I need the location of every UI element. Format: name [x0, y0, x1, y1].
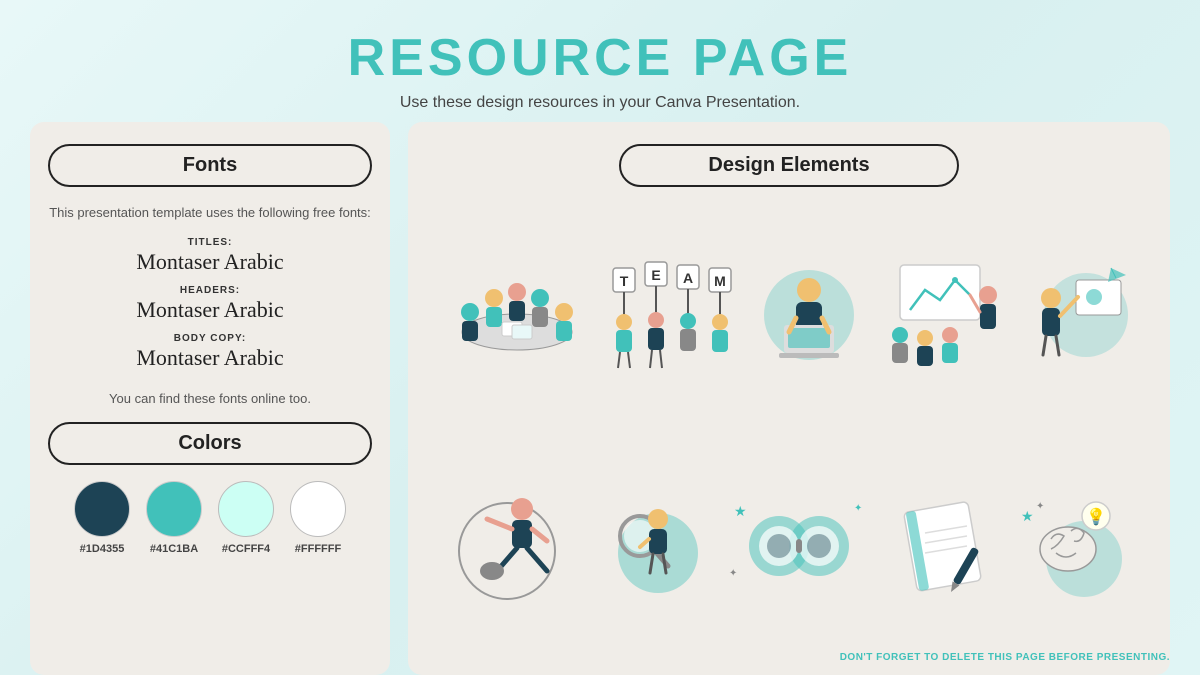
font-name-headers: Montaser Arabic — [48, 297, 372, 323]
color-circle-4 — [290, 481, 346, 537]
footer-note: DON'T FORGET TO DELETE THIS PAGE BEFORE … — [840, 652, 1170, 663]
illustration-laptop — [754, 260, 864, 370]
design-elements-header: Design Elements — [619, 144, 959, 187]
font-label-headers: HEADERS: — [48, 285, 372, 296]
left-panel: Fonts This presentation template uses th… — [30, 122, 390, 675]
svg-text:T: T — [620, 273, 629, 289]
svg-text:✦: ✦ — [729, 568, 737, 579]
swatch-white: #FFFFFF — [290, 481, 346, 555]
colors-header: Colors — [48, 422, 372, 465]
svg-text:★: ★ — [734, 503, 747, 519]
page-subtitle: Use these design resources in your Canva… — [348, 94, 853, 112]
svg-text:M: M — [714, 273, 726, 289]
color-hex-3: #CCFFF4 — [222, 543, 270, 555]
font-label-titles: TITLES: — [48, 237, 372, 248]
color-circle-2 — [146, 481, 202, 537]
fonts-online-note: You can find these fonts online too. — [48, 391, 372, 406]
page-header: RESOURCE PAGE Use these design resources… — [348, 0, 853, 112]
svg-text:★: ★ — [1021, 508, 1034, 524]
svg-text:💡: 💡 — [1086, 507, 1106, 526]
illustration-team: T E A M — [608, 260, 738, 370]
right-panel: Design Elements — [408, 122, 1170, 675]
main-content: Fonts This presentation template uses th… — [0, 122, 1200, 675]
page-title: RESOURCE PAGE — [348, 28, 853, 88]
illustrations-grid: T E A M — [432, 207, 1146, 653]
font-entry-headers: HEADERS: Montaser Arabic — [48, 285, 372, 323]
illustration-pointer — [1026, 260, 1136, 370]
swatch-dark-teal: #1D4355 — [74, 481, 130, 555]
illustration-brain: 💡 ★ ✦ — [1016, 491, 1126, 601]
svg-text:✦: ✦ — [1036, 501, 1044, 512]
svg-text:E: E — [651, 267, 660, 283]
illustration-telescope: ★ ✦ ✦ — [724, 491, 874, 601]
color-circle-3 — [218, 481, 274, 537]
swatch-teal: #41C1BA — [146, 481, 202, 555]
font-name-body: Montaser Arabic — [48, 345, 372, 371]
fonts-intro: This presentation template uses the foll… — [48, 203, 372, 223]
svg-text:A: A — [683, 270, 693, 286]
color-hex-1: #1D4355 — [80, 543, 125, 555]
color-hex-2: #41C1BA — [150, 543, 198, 555]
illustration-notebook — [890, 491, 1000, 601]
color-hex-4: #FFFFFF — [295, 543, 341, 555]
illustration-meeting — [442, 260, 592, 370]
illustrations-row-2: ★ ✦ ✦ — [432, 438, 1146, 653]
font-label-body: BODY COPY: — [48, 333, 372, 344]
font-entry-body: BODY COPY: Montaser Arabic — [48, 333, 372, 371]
color-circle-1 — [74, 481, 130, 537]
swatch-light-teal: #CCFFF4 — [218, 481, 274, 555]
illustration-presentation — [880, 260, 1010, 370]
font-entry-titles: TITLES: Montaser Arabic — [48, 237, 372, 275]
color-swatches: #1D4355 #41C1BA #CCFFF4 #FFFFFF — [48, 481, 372, 555]
fonts-header: Fonts — [48, 144, 372, 187]
illustration-jumping — [452, 491, 582, 601]
svg-text:✦: ✦ — [854, 503, 862, 514]
font-name-titles: Montaser Arabic — [48, 249, 372, 275]
illustration-magnify — [598, 491, 708, 601]
illustrations-row-1: T E A M — [432, 207, 1146, 422]
